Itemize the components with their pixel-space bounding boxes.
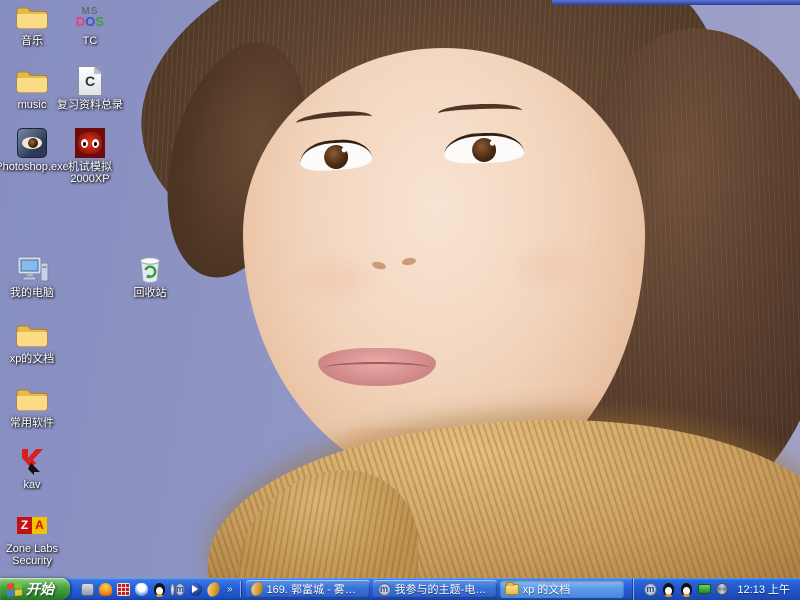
taskbar-separator (240, 581, 241, 597)
qq-penguin-icon[interactable] (661, 582, 675, 596)
recycle-bin-icon (133, 252, 167, 286)
msdos-d-text: D (76, 14, 85, 29)
desktop-icon-label: 机试模拟2000XP (68, 161, 112, 185)
taskbar: 开始 m » 169. 郭富城 - 雾里... m 我参与的主题-电脑... (0, 578, 800, 600)
desktop-icon-label: music (18, 99, 47, 111)
task-button-song[interactable]: 169. 郭富城 - 雾里... (246, 580, 370, 598)
desktop-wallpaper[interactable]: 音乐 MS DOS TC music C 复习资料总录 Photos (0, 0, 800, 578)
maxthon-browser-icon[interactable]: m (643, 582, 657, 596)
maxthon-m-letter: m (175, 583, 185, 596)
desktop-icon-review-notes[interactable]: C 复习资料总录 (52, 64, 128, 111)
desktop-icon-label: 回收站 (134, 287, 167, 299)
document-letter: C (85, 73, 95, 89)
desktop-icon-label: 我的电脑 (10, 287, 54, 299)
start-button[interactable]: 开始 (0, 578, 70, 600)
green-card-icon[interactable] (697, 582, 711, 596)
gold-note-icon[interactable] (206, 582, 221, 597)
grey-swirl-icon[interactable] (715, 582, 729, 596)
desktop-icon-recycle-bin[interactable]: 回收站 (112, 252, 188, 299)
gold-note-icon (251, 583, 263, 595)
grey-app-icon[interactable] (80, 582, 95, 597)
blue-media-player-icon[interactable] (188, 582, 203, 597)
desktop-screen: 音乐 MS DOS TC music C 复习资料总录 Photos (0, 0, 800, 600)
ms-dos-icon: MS DOS (73, 0, 107, 34)
desktop-icon-label: 常用软件 (10, 417, 54, 429)
desktop-icon-xp-docs[interactable]: xp的文档 (0, 318, 70, 365)
wallpaper-blush (506, 240, 596, 295)
zonealarm-icon: Z A (15, 508, 49, 542)
desktop-icon-label: xp的文档 (10, 353, 55, 365)
wallpaper-lip-line (324, 362, 430, 374)
qq-penguin-icon[interactable] (679, 582, 693, 596)
photoshop-icon (15, 126, 49, 160)
start-button-label: 开始 (26, 579, 54, 599)
blue-doll-app-icon[interactable] (134, 582, 149, 597)
red-devil-app-icon (73, 126, 107, 160)
folder-icon (15, 318, 49, 352)
desktop-icon-label: Zone LabsSecurity (6, 543, 58, 567)
task-button-label: 我参与的主题-电脑... (395, 581, 492, 597)
desktop-icon-label: kav (23, 479, 40, 491)
desktop-icon-zonelabs[interactable]: Z A Zone LabsSecurity (0, 508, 70, 567)
my-computer-icon (15, 252, 49, 286)
task-button-label: xp 的文档 (523, 581, 571, 597)
windows-flag-icon (7, 582, 22, 597)
desktop-icon-my-computer[interactable]: 我的电脑 (0, 252, 70, 299)
desktop-icon-label: TC (83, 35, 98, 47)
quick-launch-bar: m » (78, 578, 238, 600)
folder-icon (15, 64, 49, 98)
qq-penguin-icon[interactable] (152, 582, 167, 597)
red-grid-app-icon[interactable] (116, 582, 131, 597)
taskbar-clock[interactable]: 12:13 上午 (733, 581, 790, 597)
wallpaper-blush (288, 252, 378, 307)
system-tray: m 12:13 上午 (633, 578, 800, 600)
desktop-icon-label: 复习资料总录 (57, 99, 123, 111)
folder-icon (15, 0, 49, 34)
document-icon: C (73, 64, 107, 98)
task-button-forum-topic[interactable]: m 我参与的主题-电脑... (373, 580, 497, 598)
desktop-icon-label: 音乐 (21, 35, 43, 47)
folder-icon (15, 382, 49, 416)
wallpaper-top-strip (552, 0, 800, 5)
za-a-text: A (32, 517, 47, 534)
desktop-icon-kav[interactable]: kav (0, 444, 70, 491)
desktop-icon-exam-sim[interactable]: 机试模拟2000XP (52, 126, 128, 185)
maxthon-browser-icon[interactable]: m (170, 582, 185, 597)
maxthon-browser-icon: m (378, 583, 391, 596)
za-z-text: Z (17, 517, 32, 534)
desktop-icon-common-software[interactable]: 常用软件 (0, 382, 70, 429)
task-button-label: 169. 郭富城 - 雾里... (267, 581, 365, 597)
desktop-icon-tc[interactable]: MS DOS TC (52, 0, 128, 47)
task-button-xp-docs[interactable]: xp 的文档 (500, 580, 624, 598)
msdos-s-text: S (95, 14, 104, 29)
msdos-o-text: O (85, 14, 95, 29)
kaspersky-icon (15, 444, 49, 478)
task-button-area: 169. 郭富城 - 雾里... m 我参与的主题-电脑... xp 的文档 (243, 578, 634, 600)
folder-icon (505, 584, 519, 595)
quicklaunch-overflow-chevron[interactable]: » (224, 584, 236, 595)
orange-app-icon[interactable] (98, 582, 113, 597)
